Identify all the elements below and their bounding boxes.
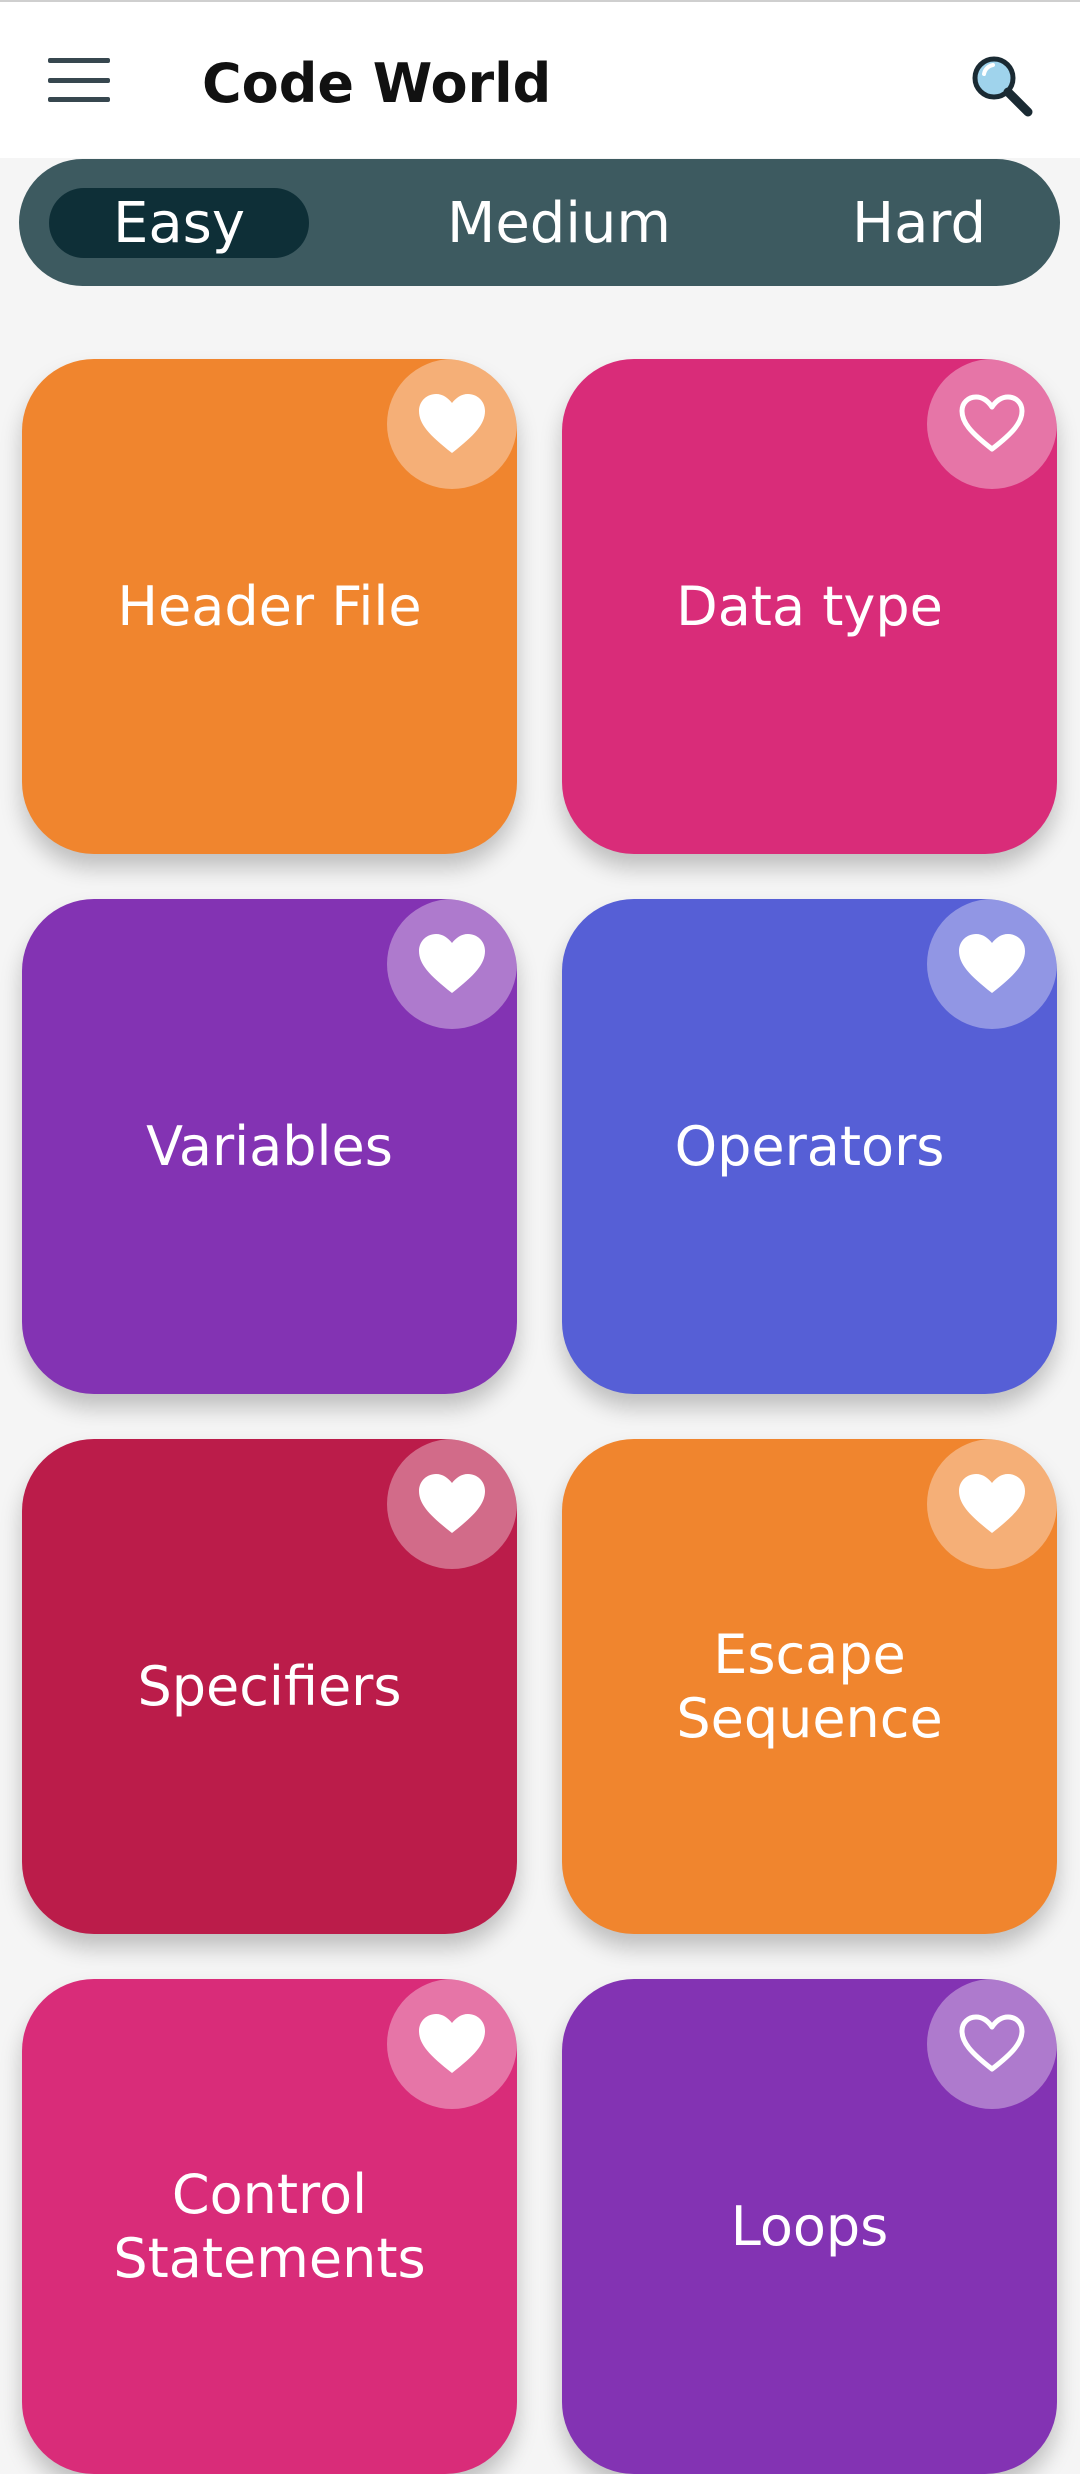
menu-line [48, 97, 110, 102]
heart-filled-icon[interactable] [387, 899, 517, 1029]
topic-card[interactable]: Specifiers [22, 1439, 517, 1934]
topic-card[interactable]: Data type [562, 359, 1057, 854]
difficulty-tab-bar: Easy Medium Hard [19, 159, 1060, 286]
menu-line [48, 77, 110, 83]
app-title: Code World [202, 52, 552, 115]
topic-card[interactable]: Escape Sequence [562, 1439, 1057, 1934]
tab-medium[interactable]: Medium [399, 188, 719, 258]
topic-card[interactable]: Operators [562, 899, 1057, 1394]
heart-outline-icon[interactable] [927, 1979, 1057, 2109]
heart-filled-icon[interactable] [927, 1439, 1057, 1569]
heart-filled-icon[interactable] [387, 359, 517, 489]
hamburger-menu-icon[interactable] [48, 58, 110, 102]
heart-outline-icon[interactable] [927, 359, 1057, 489]
topic-card[interactable]: Header File [22, 359, 517, 854]
heart-filled-icon[interactable] [927, 899, 1057, 1029]
heart-filled-icon[interactable] [387, 1979, 517, 2109]
menu-line [48, 58, 110, 63]
tab-hard[interactable]: Hard [779, 188, 1059, 258]
tab-easy[interactable]: Easy [49, 188, 309, 258]
topic-card[interactable]: Loops [562, 1979, 1057, 2474]
search-icon[interactable] [968, 52, 1034, 118]
app-bar: Code World [0, 0, 1080, 158]
heart-filled-icon[interactable] [387, 1439, 517, 1569]
topic-card[interactable]: Control Statements [22, 1979, 517, 2474]
topic-card[interactable]: Variables [22, 899, 517, 1394]
